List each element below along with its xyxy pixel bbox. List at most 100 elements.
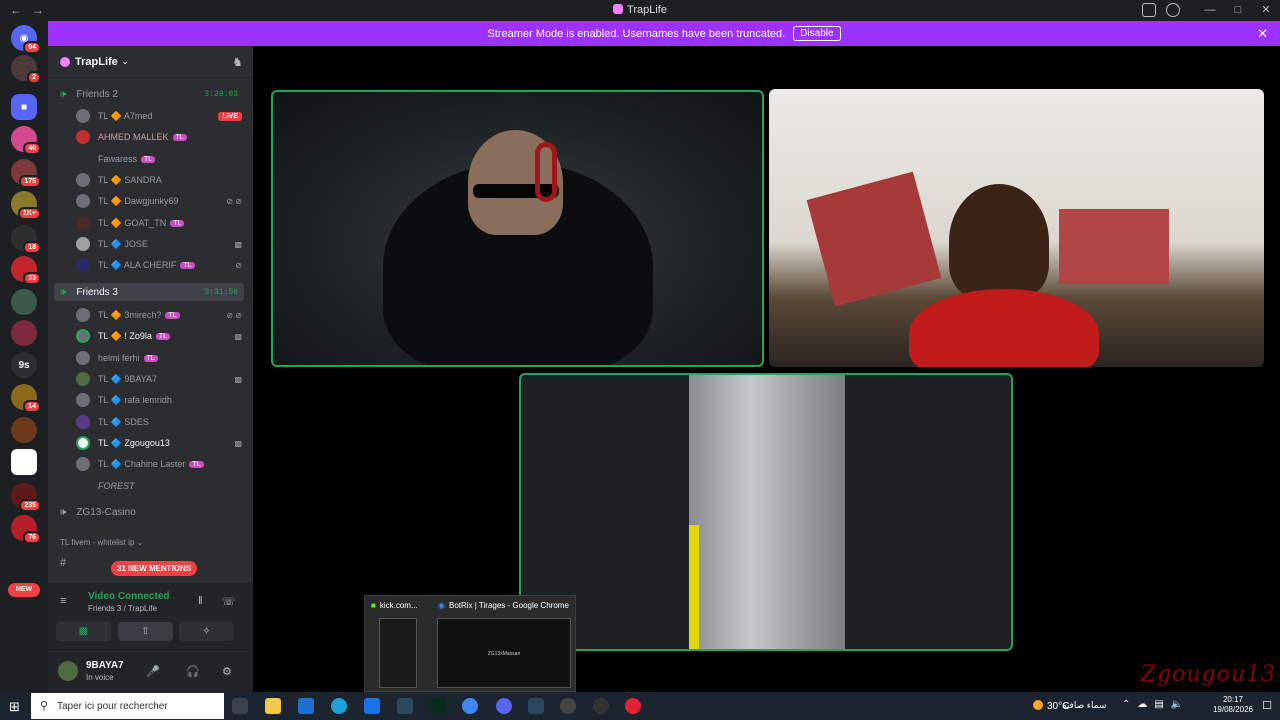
notifications-icon[interactable]: ☐ <box>1262 699 1272 712</box>
obs-icon[interactable] <box>560 698 576 714</box>
voice-member[interactable]: TL 🔶 ! Zo9la TL ▩ <box>76 326 246 346</box>
app-icon[interactable] <box>625 698 641 714</box>
invite-icon[interactable]: ♞ <box>232 55 243 69</box>
voice-member[interactable]: TL 🔶 Dawgjunky69 ⊘ ⊘ <box>76 191 246 211</box>
voice-member[interactable]: TL 🔷 Chahine Laster TL <box>76 454 246 474</box>
voice-member[interactable]: TL 🔶 A7med LIVE <box>76 106 246 126</box>
new-mentions-pill[interactable]: 31 NEW MENTIONS <box>111 561 198 576</box>
voice-member[interactable]: FOREST <box>76 476 246 496</box>
avatar <box>76 479 90 493</box>
voice-member[interactable]: TL 🔷 JOSE ▩ <box>76 234 246 254</box>
banner-close-icon[interactable]: ✕ <box>1257 26 1268 42</box>
activities-button[interactable]: ✧ <box>179 622 234 641</box>
server-icon[interactable] <box>11 289 37 315</box>
thumb-label: BotRix | Tirages - Google Chrome <box>448 601 569 610</box>
voice-member[interactable]: TL 🔶 GOAT_TN TL <box>76 213 246 233</box>
server-icon[interactable]: 175 <box>11 159 41 188</box>
taskbar-search[interactable]: ⚲ Taper ici pour rechercher <box>31 693 224 719</box>
steam-icon[interactable] <box>397 698 413 714</box>
app-icon[interactable] <box>593 698 609 714</box>
server-icon[interactable]: 9s <box>11 352 37 378</box>
clock[interactable]: 20:17 19/08/2026 <box>1213 695 1253 715</box>
channel-category[interactable]: TL fivem - whitelist ip ⌄ <box>60 538 143 547</box>
user-status: In voice <box>86 673 114 682</box>
avatar[interactable] <box>58 661 78 681</box>
home-button[interactable]: ◉ 94 <box>11 25 41 54</box>
voice-member[interactable]: TL 🔶 3mirech? TL ⊘ ⊘ <box>76 305 246 325</box>
thumb-title-chrome[interactable]: ◉ BotRix | Tirages - Google Chrome <box>438 601 569 610</box>
voice-member[interactable]: TL 🔷 ALA CHERIF TL ⊘ <box>76 255 246 275</box>
server-icon[interactable]: 1K+ <box>11 191 41 220</box>
new-unreads-pill[interactable]: NEW <box>8 583 40 597</box>
server-icon[interactable]: 2 <box>11 55 41 84</box>
edge-icon[interactable] <box>331 698 347 714</box>
folder-icon[interactable]: ■ <box>11 94 37 120</box>
file-explorer-icon[interactable] <box>265 698 281 714</box>
voice-member[interactable]: TL 🔷 SDES <box>76 412 246 432</box>
back-button[interactable]: ← <box>10 3 22 17</box>
steam-icon[interactable] <box>528 698 544 714</box>
thumb-preview[interactable] <box>379 618 417 688</box>
voice-channel-zg13[interactable]: 🕪 ZG13-Casino <box>54 503 244 521</box>
video-tile[interactable] <box>769 89 1264 367</box>
voice-member[interactable]: TL 🔶 SANDRA <box>76 170 246 190</box>
sun-icon <box>1033 700 1043 710</box>
camera-button[interactable]: ▩ <box>56 622 111 641</box>
voice-member[interactable]: TL 🔷 Zgougou13 ▩ <box>76 433 246 453</box>
maximize-button[interactable]: □ <box>1224 0 1252 21</box>
connection-signal-icon[interactable]: ≡ <box>60 595 66 607</box>
server-icon[interactable]: 14 <box>11 384 41 413</box>
voice-status[interactable]: Video Connected <box>88 591 170 602</box>
voice-member[interactable]: AHMED MALLEK TL <box>76 127 246 147</box>
search-placeholder: Taper ici pour rechercher <box>57 700 168 712</box>
server-icon[interactable]: 33 <box>11 256 41 285</box>
close-window-button[interactable]: ✕ <box>1252 0 1280 21</box>
guild-header[interactable]: TrapLife ⌄ ♞ <box>48 46 253 78</box>
weather-text: سماء صافية <box>1062 700 1107 710</box>
server-icon[interactable]: 18 <box>11 225 41 254</box>
mail-icon[interactable] <box>364 698 380 714</box>
video-icon: ▩ <box>234 239 242 249</box>
server-icon[interactable]: 235 <box>11 483 41 512</box>
unread-badge: 33 <box>23 272 41 285</box>
store-icon[interactable] <box>298 698 314 714</box>
server-icon[interactable] <box>11 449 37 475</box>
network-icon[interactable]: ▤ <box>1154 699 1163 710</box>
video-tile[interactable] <box>271 90 764 367</box>
task-view-icon[interactable] <box>232 698 248 714</box>
server-icon[interactable] <box>11 417 37 443</box>
settings-gear-icon[interactable]: ⚙ <box>222 665 232 678</box>
chrome-icon[interactable] <box>462 698 478 714</box>
voice-channel-friends3[interactable]: 🕪 Friends 3 3:31:56 <box>54 283 244 301</box>
video-tile[interactable] <box>519 373 1013 651</box>
microphone-icon[interactable]: 🎤 <box>146 665 160 678</box>
thumb-preview[interactable]: ZG13xMassan <box>437 618 571 688</box>
noise-suppression-icon[interactable]: ‖ <box>198 595 203 607</box>
server-icon[interactable]: 76 <box>11 515 41 544</box>
member-name: TL 🔶 3mirech? <box>98 309 162 320</box>
disconnect-icon[interactable]: ☏ <box>222 595 236 608</box>
help-icon[interactable] <box>1166 3 1180 17</box>
voice-member[interactable]: TL 🔷 9BAYA7 ▩ <box>76 369 246 389</box>
headphones-icon[interactable]: 🎧 <box>186 665 200 678</box>
discord-icon[interactable] <box>496 698 512 714</box>
voice-member[interactable]: helmi ferhi TL <box>76 348 246 368</box>
screen-share-button[interactable]: ⇧ <box>118 622 173 641</box>
thumb-title-kick[interactable]: ■ kick.com... <box>371 601 418 610</box>
minimize-button[interactable]: — <box>1196 0 1224 21</box>
disable-streamer-mode-button[interactable]: Disable <box>793 26 841 41</box>
voice-member[interactable]: Fawaress TL <box>76 149 246 169</box>
inbox-icon[interactable] <box>1142 3 1156 17</box>
app-icon[interactable] <box>430 698 446 714</box>
voice-member[interactable]: TL 🔷 rafa lemridh <box>76 390 246 410</box>
volume-icon[interactable]: 🔈 <box>1171 699 1183 710</box>
voice-channel-friends2[interactable]: 🕪 Friends 2 3:29:03 <box>54 85 244 103</box>
windows-start-icon[interactable]: ⊞ <box>9 699 20 715</box>
forward-button[interactable]: → <box>32 3 44 17</box>
cloud-icon[interactable]: ☁ <box>1137 699 1147 710</box>
server-icon[interactable]: 40 <box>11 126 41 155</box>
chevron-up-icon[interactable]: ⌃ <box>1122 699 1130 710</box>
muted-icons: ⊘ ⊘ <box>226 310 242 320</box>
member-name: TL 🔷 Chahine Laster <box>98 458 186 469</box>
server-icon[interactable] <box>11 320 37 346</box>
